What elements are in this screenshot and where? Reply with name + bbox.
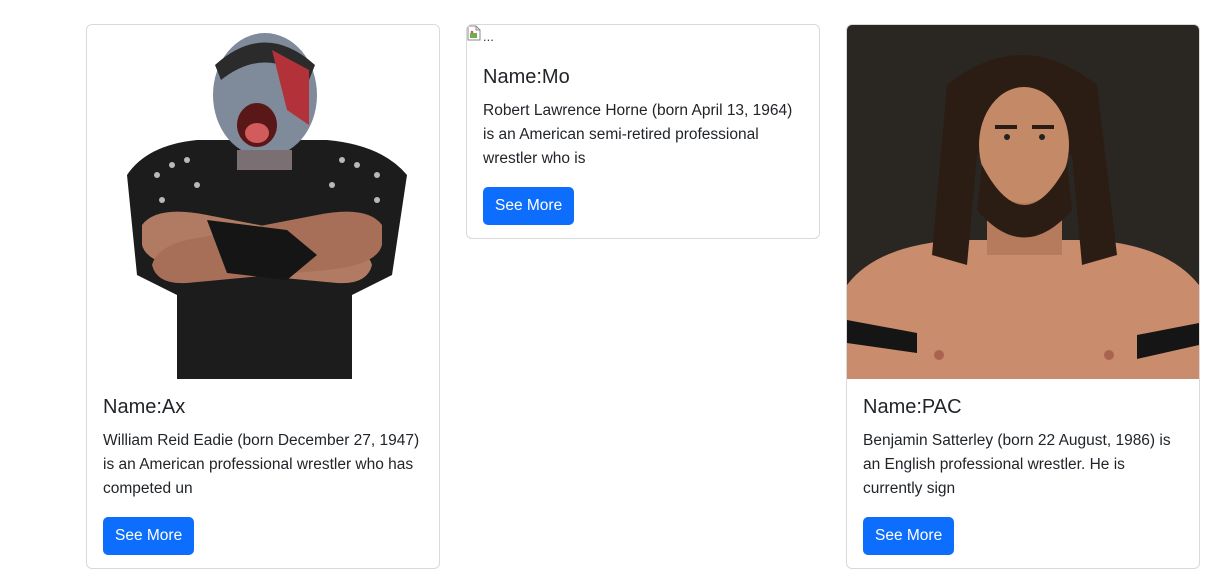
card-body: Name:PAC Benjamin Satterley (born 22 Aug… bbox=[847, 379, 1199, 568]
wrestler-card-pac: Name:PAC Benjamin Satterley (born 22 Aug… bbox=[846, 24, 1200, 569]
broken-image-icon bbox=[467, 25, 481, 41]
card-body: Name:Ax William Reid Eadie (born Decembe… bbox=[87, 379, 439, 568]
card-description: William Reid Eadie (born December 27, 19… bbox=[103, 432, 420, 497]
image-alt-text: ... bbox=[483, 29, 494, 44]
wrestler-cards-row: Name:Ax William Reid Eadie (born Decembe… bbox=[0, 0, 1229, 576]
card-description: Robert Lawrence Horne (born April 13, 19… bbox=[483, 102, 793, 167]
wrestler-card-mo: ... Name:Mo Robert Lawrence Horne (born … bbox=[466, 24, 820, 239]
card-title: Name:Ax bbox=[103, 396, 186, 418]
wrestler-photo-ax bbox=[87, 25, 439, 379]
card-title: Name:PAC bbox=[863, 396, 962, 418]
wrestler-photo-mo: ... bbox=[467, 25, 819, 45]
card-body: Name:Mo Robert Lawrence Horne (born Apri… bbox=[467, 45, 819, 238]
see-more-button[interactable]: See More bbox=[863, 517, 955, 555]
card-description: Benjamin Satterley (born 22 August, 1986… bbox=[863, 432, 1171, 497]
see-more-button[interactable]: See More bbox=[103, 517, 195, 555]
see-more-button[interactable]: See More bbox=[483, 187, 575, 225]
wrestler-card-ax: Name:Ax William Reid Eadie (born Decembe… bbox=[86, 24, 440, 569]
wrestler-photo-pac bbox=[847, 25, 1199, 379]
card-title: Name:Mo bbox=[483, 66, 570, 88]
